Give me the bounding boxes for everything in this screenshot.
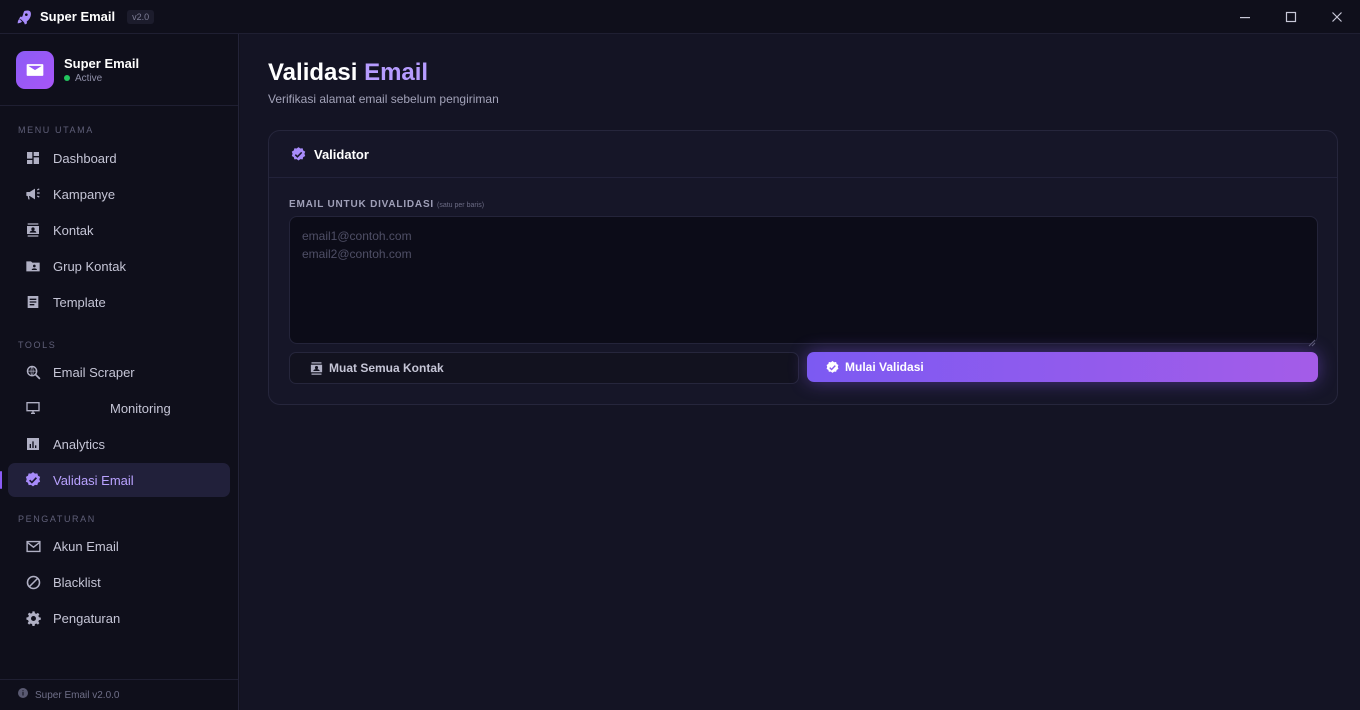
version-badge: v2.0: [127, 9, 155, 24]
load-button-label: Muat Semua Kontak: [329, 361, 444, 375]
profile-name: Super Email: [64, 55, 140, 71]
field-label-hint: (satu per baris): [437, 202, 485, 209]
sidebar-item-template[interactable]: Template: [8, 285, 230, 319]
block-icon: [24, 573, 42, 591]
app-title: Super Email: [40, 9, 116, 24]
gear-icon: [24, 609, 42, 627]
sidebar-item-monitoring[interactable]: Monitoring: [8, 391, 230, 425]
sidebar-item-dashboard[interactable]: Dashboard: [8, 141, 230, 175]
sidebar-item-label: Grup Kontak: [53, 258, 126, 274]
sidebar-item-label: Pengaturan: [53, 610, 121, 626]
sidebar-item-label: Kampanye: [53, 186, 116, 202]
megaphone-icon: [24, 185, 42, 203]
sidebar: Super Email Active MENU UTAMA Dashboard …: [0, 34, 239, 710]
page-subtitle: Verifikasi alamat email sebelum pengirim…: [268, 92, 499, 106]
minimize-button[interactable]: [1222, 0, 1268, 34]
sidebar-item-label: Akun Email: [53, 538, 119, 554]
main-content: Validasi Email Verifikasi alamat email s…: [240, 34, 1360, 710]
sidebar-item-pengaturan[interactable]: Pengaturan: [8, 601, 230, 635]
verified-icon: [24, 471, 42, 489]
sidebar-item-blacklist[interactable]: Blacklist: [8, 565, 230, 599]
mail-icon: [26, 63, 44, 76]
page-title-prefix: Validasi: [268, 59, 358, 86]
close-button[interactable]: [1314, 0, 1360, 34]
validate-button-label: Mulai Validasi: [845, 360, 924, 374]
sidebar-item-label: Template: [53, 294, 106, 310]
mail-icon: [24, 537, 42, 555]
load-all-contacts-button[interactable]: Muat Semua Kontak: [289, 352, 799, 384]
info-icon: [17, 686, 29, 704]
verified-icon: [289, 145, 307, 163]
section-label-menu-utama: MENU UTAMA: [18, 125, 94, 135]
folder-user-icon: [24, 257, 42, 275]
footer-version: Super Email v2.0.0: [35, 689, 120, 701]
sidebar-item-akun-email[interactable]: Akun Email: [8, 529, 230, 563]
page-title: Validasi Email: [268, 59, 428, 87]
sidebar-item-validasi-email[interactable]: Validasi Email: [0, 463, 230, 497]
monitor-icon: [24, 399, 42, 417]
sidebar-item-label: Monitoring: [110, 400, 171, 416]
sidebar-item-grup-kontak[interactable]: Grup Kontak: [8, 249, 230, 283]
minimize-icon: [1240, 17, 1250, 19]
email-field-label: EMAIL UNTUK DIVALIDASI (satu per baris): [289, 199, 484, 210]
sidebar-item-label: Kontak: [53, 222, 94, 238]
resize-grip-icon[interactable]: [1308, 334, 1316, 347]
status-text: Active: [75, 72, 103, 84]
analytics-icon: [24, 435, 42, 453]
validator-card: Validator EMAIL UNTUK DIVALIDASI (satu pe…: [268, 130, 1338, 405]
search-globe-icon: [24, 363, 42, 381]
avatar: [16, 50, 54, 89]
page-title-accent: Email: [364, 59, 429, 86]
status-dot: [64, 75, 70, 81]
document-icon: [24, 293, 42, 311]
rocket-icon: [15, 8, 33, 26]
profile-card: Super Email Active: [0, 34, 238, 106]
sidebar-item-label: Blacklist: [53, 574, 101, 590]
section-label-tools: TOOLS: [18, 340, 57, 350]
dashboard-icon: [24, 149, 42, 167]
contact-icon: [308, 360, 324, 376]
close-icon: [1332, 12, 1342, 22]
contact-icon: [24, 221, 42, 239]
card-title: Validator: [314, 146, 369, 162]
title-bar: Super Email v2.0: [0, 0, 1360, 34]
email-list-input[interactable]: [289, 216, 1318, 344]
sidebar-item-kampanye[interactable]: Kampanye: [8, 177, 230, 211]
sidebar-item-label: Email Scraper: [53, 364, 135, 380]
sidebar-footer: Super Email v2.0.0: [0, 679, 238, 710]
maximize-button[interactable]: [1268, 0, 1314, 34]
sidebar-item-kontak[interactable]: Kontak: [8, 213, 230, 247]
verified-icon: [824, 359, 840, 375]
sidebar-item-analytics[interactable]: Analytics: [8, 427, 230, 461]
maximize-icon: [1285, 11, 1297, 23]
field-label-text: EMAIL UNTUK DIVALIDASI: [289, 199, 435, 210]
card-header: Validator: [269, 131, 1337, 178]
sidebar-item-label: Dashboard: [53, 150, 117, 166]
start-validation-button[interactable]: Mulai Validasi: [807, 352, 1318, 382]
sidebar-item-label: Validasi Email: [53, 472, 134, 488]
sidebar-item-label: Analytics: [53, 436, 106, 452]
section-label-pengaturan: PENGATURAN: [18, 514, 96, 524]
sidebar-item-email-scraper[interactable]: Email Scraper: [8, 355, 230, 389]
